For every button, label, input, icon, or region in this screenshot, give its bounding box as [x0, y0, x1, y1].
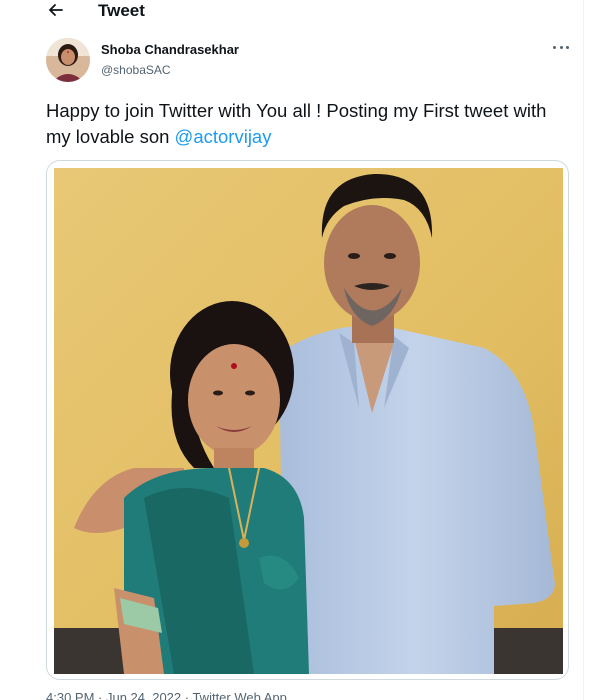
tweet-text: Happy to join Twitter with You all ! Pos… [46, 98, 566, 150]
more-horizontal-icon[interactable] [550, 40, 572, 54]
author-handle[interactable]: @shobaSAC [101, 63, 171, 77]
tweet-text-body: Happy to join Twitter with You all ! Pos… [46, 100, 547, 147]
author-name[interactable]: Shoba Chandrasekhar [101, 42, 239, 57]
photo-image [54, 168, 563, 674]
top-header: Tweet [0, 0, 583, 24]
page-title: Tweet [98, 1, 145, 20]
mention-link[interactable]: @actorvijay [175, 126, 272, 147]
tweet-timestamp[interactable]: 4:30 PM · Jun 24, 2022 · Twitter Web App [46, 690, 287, 700]
avatar[interactable] [46, 38, 90, 82]
arrow-left-icon[interactable] [46, 0, 66, 20]
column-border [583, 0, 584, 700]
tweet-photo[interactable] [46, 160, 569, 680]
